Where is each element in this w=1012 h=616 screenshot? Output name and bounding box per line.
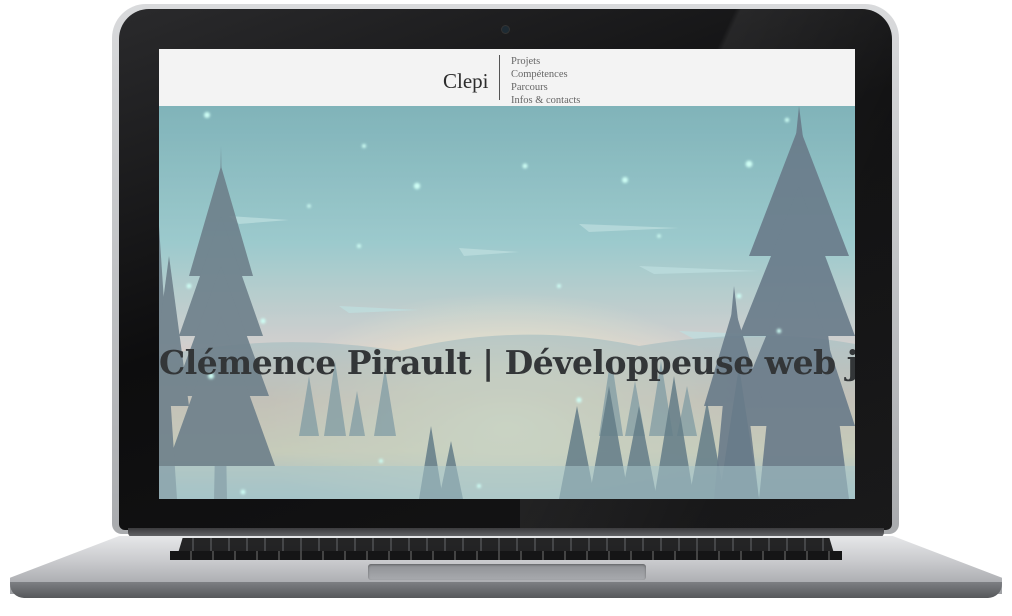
nav-link-competences[interactable]: Compétences: [511, 68, 580, 81]
laptop-base-front: [10, 582, 1002, 598]
nav-menu: Projets Compétences Parcours Infos & con…: [511, 55, 580, 107]
laptop-screen: Clepi Projets Compétences Parcours Infos…: [159, 49, 855, 499]
nav-link-parcours[interactable]: Parcours: [511, 81, 580, 94]
nav-link-projets[interactable]: Projets: [511, 55, 580, 68]
forest-background-image: [159, 106, 855, 499]
nav-link-contacts[interactable]: Infos & contacts: [511, 94, 580, 107]
hero-section: Clémence Pirault | Développeuse web juni…: [159, 106, 855, 499]
keyboard-front-row: [170, 551, 842, 560]
trackpad: [368, 564, 646, 580]
nav-divider: [499, 55, 500, 100]
site-navbar: Clepi Projets Compétences Parcours Infos…: [159, 49, 855, 106]
site-logo[interactable]: Clepi: [443, 69, 489, 94]
webcam-icon: [502, 26, 509, 33]
hero-title: Clémence Pirault | Développeuse web juni…: [159, 343, 855, 383]
